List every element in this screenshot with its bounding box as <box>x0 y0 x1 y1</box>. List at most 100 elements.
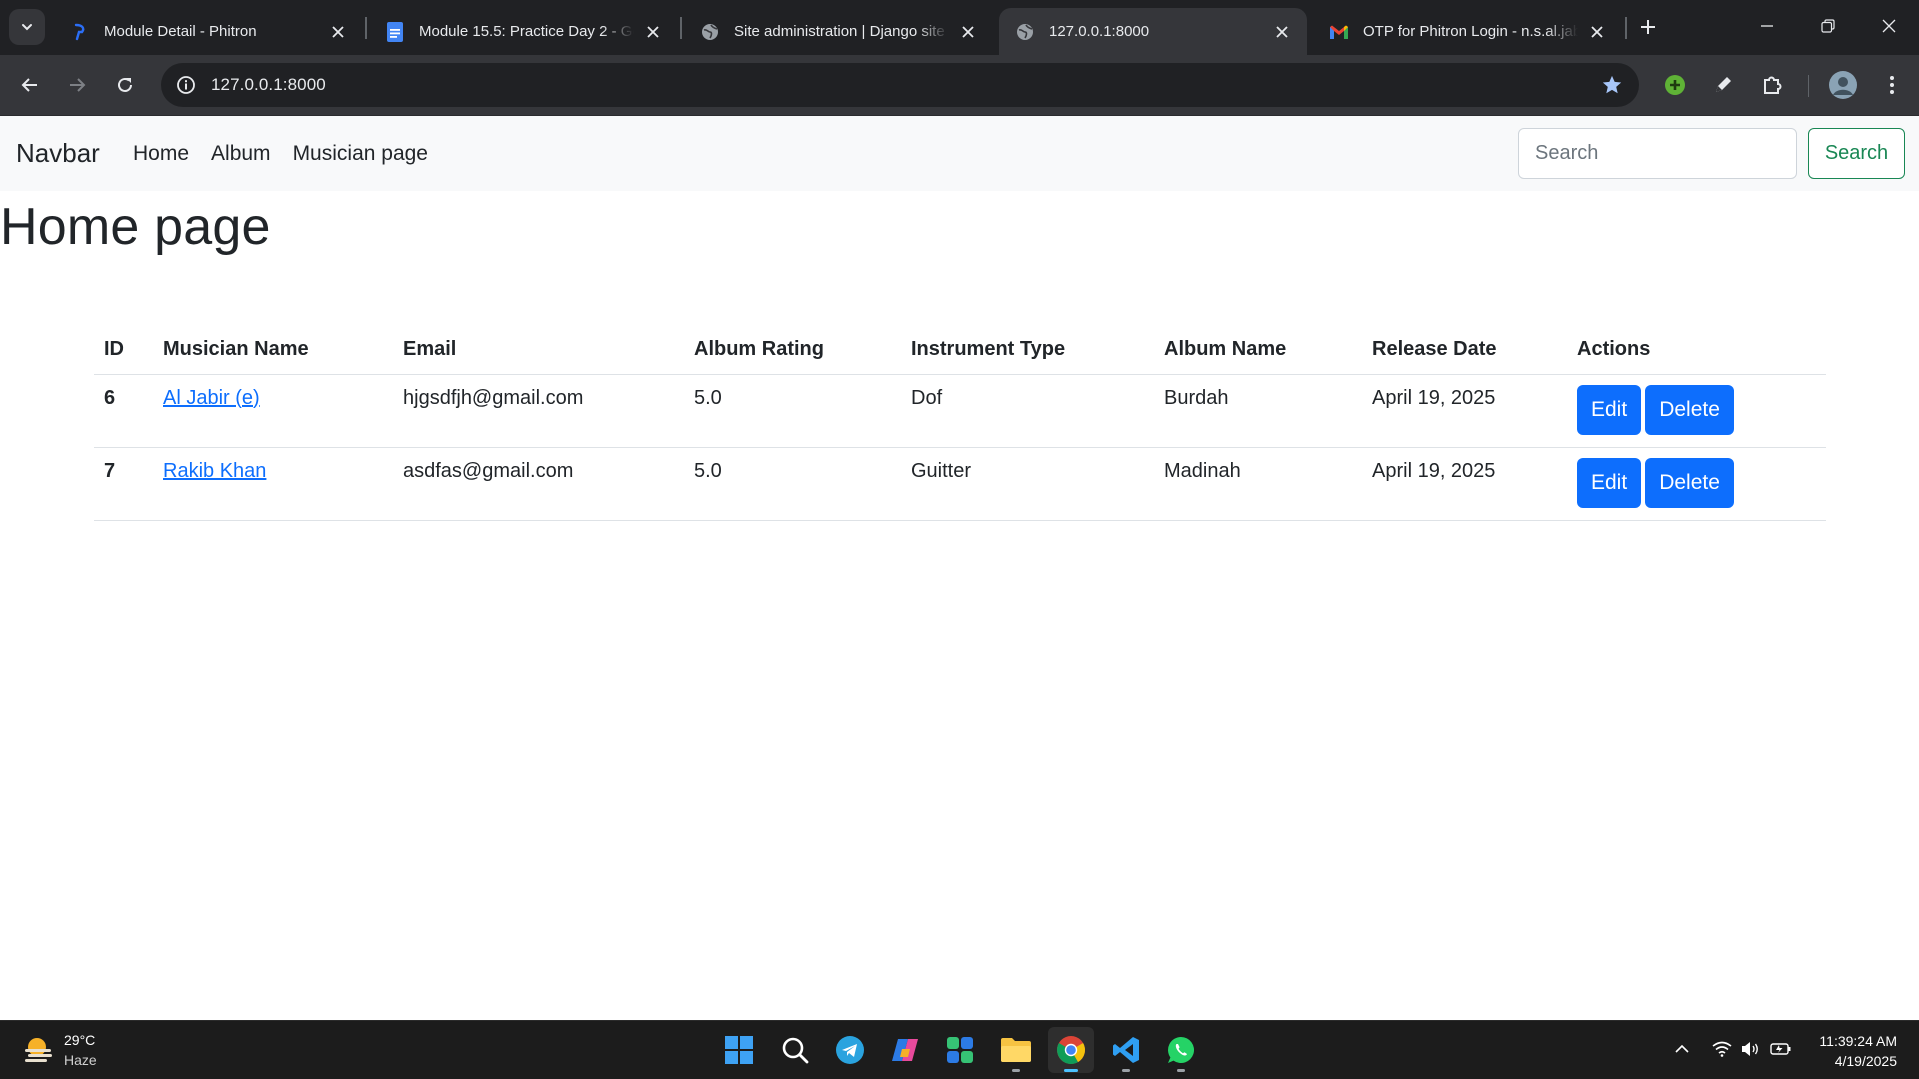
forward-button[interactable] <box>60 68 94 102</box>
cell-id: 7 <box>94 447 153 521</box>
clock-date: 4/19/2025 <box>1834 1053 1897 1069</box>
running-indicator <box>1012 1069 1020 1072</box>
table-row: 6 Al Jabir (e) hjgsdfjh@gmail.com 5.0 Do… <box>94 374 1826 448</box>
delete-button[interactable]: Delete <box>1645 384 1734 435</box>
plus-icon <box>1641 20 1655 34</box>
tab-search-button[interactable] <box>9 9 45 45</box>
weather-haze-icon[interactable] <box>22 1033 56 1067</box>
gmail-icon <box>1329 22 1349 42</box>
tab-title: OTP for Phitron Login - n.s.al.jabir <box>1363 23 1578 40</box>
copilot-icon[interactable] <box>882 1027 928 1073</box>
clock-time: 11:39:24 AM <box>1819 1033 1897 1049</box>
browser-tab-strip: Module Detail - Phitron Module 15.5: Pra… <box>0 0 1919 55</box>
column-header-actions: Actions <box>1567 326 1826 375</box>
close-tab-icon[interactable] <box>327 21 349 43</box>
browser-tab[interactable]: Module 15.5: Practice Day 2 - Google Doc… <box>369 8 678 55</box>
musician-link[interactable]: Al Jabir (e) <box>163 387 260 409</box>
table-header-row: ID Musician Name Email Album Rating Inst… <box>94 326 1826 375</box>
bookmark-star-icon[interactable] <box>1599 72 1625 98</box>
navbar-brand[interactable]: Navbar <box>16 138 100 169</box>
wifi-icon[interactable] <box>1710 1037 1734 1061</box>
pen-extension-icon[interactable] <box>1707 69 1739 101</box>
new-tab-button[interactable] <box>1634 13 1662 41</box>
url-text[interactable]: 127.0.0.1:8000 <box>211 75 326 95</box>
vscode-icon[interactable] <box>1103 1027 1149 1073</box>
arrow-right-icon <box>70 78 86 92</box>
close-tab-icon[interactable] <box>1586 21 1608 43</box>
browser-toolbar: 127.0.0.1:8000 <box>0 55 1919 116</box>
browser-tab[interactable]: Module Detail - Phitron <box>54 8 363 55</box>
edit-button[interactable]: Edit <box>1577 384 1642 435</box>
arrow-left-icon <box>21 78 37 92</box>
restore-icon <box>1821 19 1835 33</box>
edit-button[interactable]: Edit <box>1577 457 1642 508</box>
telegram-icon[interactable] <box>827 1027 873 1073</box>
column-header-release-date: Release Date <box>1362 326 1567 375</box>
toolbar-divider <box>1808 75 1809 97</box>
nav-link-album[interactable]: Album <box>211 142 271 166</box>
cell-album-rating: 5.0 <box>684 447 901 521</box>
globe-icon <box>1015 22 1035 42</box>
file-explorer-icon[interactable] <box>993 1027 1039 1073</box>
cell-actions: Edit Delete <box>1567 374 1826 448</box>
profile-avatar-icon[interactable] <box>1827 69 1859 101</box>
address-bar[interactable]: 127.0.0.1:8000 <box>161 63 1639 107</box>
back-button[interactable] <box>13 68 47 102</box>
musician-table: ID Musician Name Email Album Rating Inst… <box>94 326 1826 521</box>
browser-tab[interactable]: OTP for Phitron Login - n.s.al.jabir <box>1313 8 1622 55</box>
browser-tab[interactable]: Site administration | Django site admin <box>684 8 993 55</box>
close-tab-icon[interactable] <box>1271 21 1293 43</box>
column-header-id: ID <box>94 326 153 375</box>
close-window-button[interactable] <box>1859 0 1919 52</box>
tab-separator <box>365 17 367 39</box>
tab-separator <box>1625 17 1627 39</box>
extensions-puzzle-icon[interactable] <box>1756 69 1788 101</box>
weather-temperature[interactable]: 29°C <box>64 1032 95 1048</box>
column-header-musician-name: Musician Name <box>153 326 393 375</box>
cell-album-rating: 5.0 <box>684 374 901 448</box>
running-indicator <box>1122 1069 1130 1072</box>
minimize-button[interactable] <box>1737 0 1797 52</box>
restore-button[interactable] <box>1798 0 1858 52</box>
search-button[interactable]: Search <box>1808 128 1905 179</box>
volume-icon[interactable] <box>1739 1037 1763 1061</box>
active-indicator <box>1064 1069 1078 1072</box>
cell-instrument-type: Guitter <box>901 447 1154 521</box>
windows-taskbar: 29°C Haze 11:39:24 AM 4/19/2025 <box>0 1020 1919 1079</box>
nav-link-musician-page[interactable]: Musician page <box>293 142 428 166</box>
windows-start-icon[interactable] <box>716 1027 762 1073</box>
extension-green-icon[interactable] <box>1659 69 1691 101</box>
widgets-icon[interactable] <box>937 1027 983 1073</box>
cell-release-date: April 19, 2025 <box>1362 374 1567 448</box>
whatsapp-icon[interactable] <box>1158 1027 1204 1073</box>
close-tab-icon[interactable] <box>642 21 664 43</box>
cell-musician-name: Rakib Khan <box>153 447 393 521</box>
search-icon[interactable] <box>772 1027 818 1073</box>
cell-email: asdfas@gmail.com <box>393 447 684 521</box>
google-docs-icon <box>385 21 405 42</box>
show-hidden-icons-chevron-icon[interactable] <box>1670 1037 1694 1061</box>
phitron-logo-icon <box>70 22 90 42</box>
chrome-icon[interactable] <box>1048 1027 1094 1073</box>
search-input[interactable] <box>1518 128 1797 179</box>
column-header-instrument-type: Instrument Type <box>901 326 1154 375</box>
reload-button[interactable] <box>108 68 142 102</box>
column-header-album-name: Album Name <box>1154 326 1362 375</box>
battery-icon[interactable] <box>1769 1037 1793 1061</box>
cell-instrument-type: Dof <box>901 374 1154 448</box>
nav-link-home[interactable]: Home <box>133 142 189 166</box>
more-menu-icon[interactable] <box>1876 69 1908 101</box>
cell-release-date: April 19, 2025 <box>1362 447 1567 521</box>
globe-icon <box>700 22 720 42</box>
close-tab-icon[interactable] <box>957 21 979 43</box>
running-indicator <box>1177 1069 1185 1072</box>
cell-album-name: Madinah <box>1154 447 1362 521</box>
site-navbar: Navbar Home Album Musician page Search <box>0 116 1919 191</box>
browser-tab-active[interactable]: 127.0.0.1:8000 <box>999 8 1307 55</box>
tab-title: 127.0.0.1:8000 <box>1049 23 1150 40</box>
system-clock[interactable]: 11:39:24 AM 4/19/2025 <box>1819 1031 1897 1071</box>
weather-condition[interactable]: Haze <box>64 1052 97 1068</box>
musician-link[interactable]: Rakib Khan <box>163 460 266 482</box>
site-info-icon[interactable] <box>171 70 201 100</box>
delete-button[interactable]: Delete <box>1645 457 1734 508</box>
